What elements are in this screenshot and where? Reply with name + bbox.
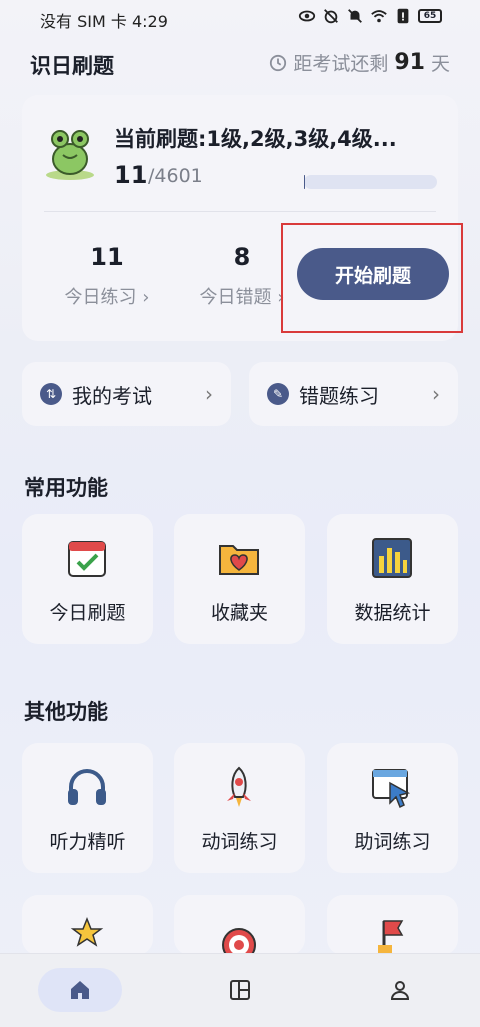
progress-count: 11: [114, 161, 148, 189]
tile-label: 助词练习: [354, 831, 431, 853]
tab-profile[interactable]: [358, 968, 442, 1012]
frog-mascot-icon: [46, 130, 94, 180]
tile-particle-practice[interactable]: 助词练习: [327, 743, 458, 873]
tile-label: 今日刷题: [49, 602, 126, 624]
headphones-icon: [68, 769, 106, 805]
swap-icon: ⇅: [40, 383, 62, 405]
chevron-right-icon: ›: [432, 382, 440, 406]
wrong-practice-label: 错题练习: [299, 383, 379, 408]
layout-icon: [230, 980, 250, 1000]
app-title: 识日刷题: [30, 54, 114, 78]
status-icons: 65: [298, 7, 442, 25]
tile-label: 数据统计: [354, 602, 431, 624]
progress-total: /4601: [148, 165, 203, 187]
tab-layout[interactable]: [198, 968, 282, 1012]
user-icon: [390, 981, 410, 1000]
progress-bar: [304, 175, 437, 189]
tile-label: 动词练习: [201, 831, 278, 853]
countdown-days: 91: [394, 50, 425, 75]
tile-label: 听力精听: [49, 831, 126, 853]
tile-partial-2[interactable]: [174, 895, 305, 959]
status-bar: 没有 SIM 卡 4:29 65: [0, 0, 480, 36]
today-practice-value: 11: [90, 243, 124, 271]
home-icon: [71, 981, 89, 999]
tile-partial-3[interactable]: [327, 895, 458, 959]
countdown-unit: 天: [430, 53, 450, 75]
tile-statistics[interactable]: 数据统计: [327, 514, 458, 644]
mute-bell-icon: [348, 9, 362, 23]
clock-icon: [270, 54, 287, 71]
alarm-off-icon: [324, 9, 338, 24]
carrier-time: 没有 SIM 卡 4:29: [40, 12, 168, 31]
rocket-icon: [227, 766, 251, 807]
section-title-other: 其他功能: [24, 700, 108, 724]
calendar-check-icon: [68, 541, 106, 577]
bottom-tab-bar: [0, 953, 480, 1027]
bar-chart-icon: [372, 538, 412, 578]
today-practice-label: 今日练习 ›: [64, 287, 150, 308]
battery-icon: 65: [418, 9, 442, 23]
current-practice-label: 当前刷题:1级,2级,3级,4级...: [114, 127, 397, 151]
tile-today-practice[interactable]: 今日刷题: [22, 514, 153, 644]
my-exam-button[interactable]: ⇅ 我的考试 ›: [22, 362, 231, 426]
divider: [44, 211, 436, 212]
exam-countdown: 距考试还剩 91 天: [269, 49, 450, 76]
tile-verb-practice[interactable]: 动词练习: [174, 743, 305, 873]
tile-partial-1[interactable]: [22, 895, 153, 955]
heart-folder-icon: [219, 545, 259, 575]
sim-alert-icon: [397, 8, 409, 24]
my-exam-label: 我的考试: [72, 383, 152, 408]
countdown-prefix: 距考试还剩: [293, 53, 389, 75]
tile-listening[interactable]: 听力精听: [22, 743, 153, 873]
eye-icon: [298, 10, 316, 22]
tab-home[interactable]: [38, 968, 122, 1012]
wrong-practice-button[interactable]: ✎ 错题练习 ›: [249, 362, 458, 426]
cursor-click-icon: [372, 769, 411, 809]
app-header: 识日刷题 距考试还剩 91 天: [30, 46, 450, 82]
chevron-right-icon: ›: [205, 382, 213, 406]
tile-favorites[interactable]: 收藏夹: [174, 514, 305, 644]
tile-label: 收藏夹: [210, 602, 268, 624]
wrench-icon: ✎: [267, 383, 289, 405]
wifi-icon: [371, 10, 387, 23]
highlight-box: [281, 223, 463, 333]
section-title-common: 常用功能: [24, 476, 108, 500]
today-practice-stat[interactable]: 11 今日练习 ›: [52, 243, 162, 309]
